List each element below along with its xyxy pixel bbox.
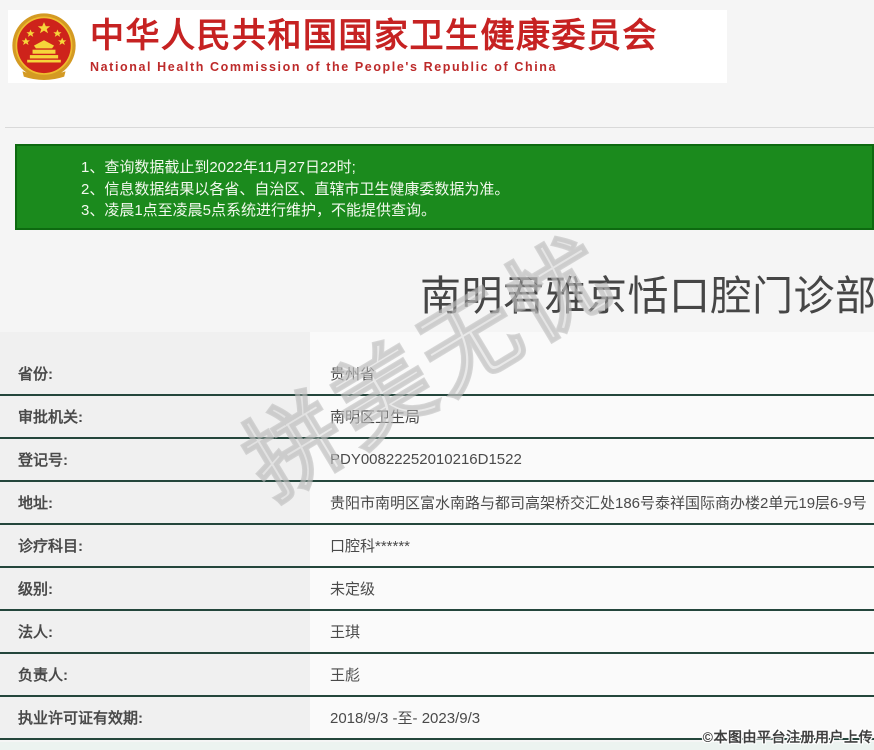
field-label: 执业许可证有效期: xyxy=(0,697,310,738)
table-row: 负责人: 王彪 xyxy=(0,654,874,697)
notice-line: 1、查询数据截止到2022年11月27日22时; xyxy=(81,159,356,176)
table-row: 审批机关: 南明区卫生局 xyxy=(0,396,874,439)
site-titles: 中华人民共和国国家卫生健康委员会 National Health Commiss… xyxy=(90,17,658,74)
query-result-page: 中华人民共和国国家卫生健康委员会 National Health Commiss… xyxy=(0,0,874,750)
china-national-emblem-icon xyxy=(12,12,76,80)
field-value: 口腔科****** xyxy=(310,525,874,566)
table-row: 级别: 未定级 xyxy=(0,568,874,611)
field-label: 诊疗科目: xyxy=(0,525,310,566)
header-divider-line xyxy=(5,127,874,128)
table-top-spacer xyxy=(0,332,874,353)
table-rows: 省份: 贵州省 审批机关: 南明区卫生局 登记号: PDY00822252010… xyxy=(0,353,874,740)
table-row: 登记号: PDY00822252010216D1522 xyxy=(0,439,874,482)
notice-lines: 1、查询数据截止到2022年11月27日22时; 2、信息数据结果以各省、自治区、… xyxy=(81,157,862,222)
institution-name-title: 南明君雅京恬口腔门诊部 xyxy=(420,273,874,319)
table-row: 地址: 贵阳市南明区富水南路与都司高架桥交汇处186号泰祥国际商办楼2单元19层… xyxy=(0,482,874,525)
table-row: 诊疗科目: 口腔科****** xyxy=(0,525,874,568)
site-header-banner: 中华人民共和国国家卫生健康委员会 National Health Commiss… xyxy=(8,10,727,83)
query-notice-box: 1、查询数据截止到2022年11月27日22时; 2、信息数据结果以各省、自治区、… xyxy=(15,144,874,230)
site-title-english: National Health Commission of the People… xyxy=(90,59,558,74)
field-value: PDY00822252010216D1522 xyxy=(310,439,874,480)
notice-line: 3、凌晨1点至凌晨5点系统进行维护，不能提供查询。 xyxy=(81,202,437,219)
field-label: 负责人: xyxy=(0,654,310,695)
license-info-table: 省份: 贵州省 审批机关: 南明区卫生局 登记号: PDY00822252010… xyxy=(0,332,874,740)
field-value: 王琪 xyxy=(310,611,874,652)
field-value: 王彪 xyxy=(310,654,874,695)
field-value: 南明区卫生局 xyxy=(310,396,874,437)
field-value: 贵阳市南明区富水南路与都司高架桥交汇处186号泰祥国际商办楼2单元19层6-9号 xyxy=(310,482,874,523)
table-row: 法人: 王琪 xyxy=(0,611,874,654)
field-label: 省份: xyxy=(0,353,310,394)
table-row: 省份: 贵州省 xyxy=(0,353,874,396)
field-value: 贵州省 xyxy=(310,353,874,394)
notice-line: 2、信息数据结果以各省、自治区、直辖市卫生健康委数据为准。 xyxy=(81,180,510,198)
field-label: 法人: xyxy=(0,611,310,652)
upload-copyright-note: ©本图由平台注册用户上传 xyxy=(702,729,873,745)
field-label: 登记号: xyxy=(0,439,310,480)
field-label: 级别: xyxy=(0,568,310,609)
field-label: 地址: xyxy=(0,482,310,523)
field-label: 审批机关: xyxy=(0,396,310,437)
site-title-chinese: 中华人民共和国国家卫生健康委员会 xyxy=(90,17,658,56)
field-value: 未定级 xyxy=(310,568,874,609)
